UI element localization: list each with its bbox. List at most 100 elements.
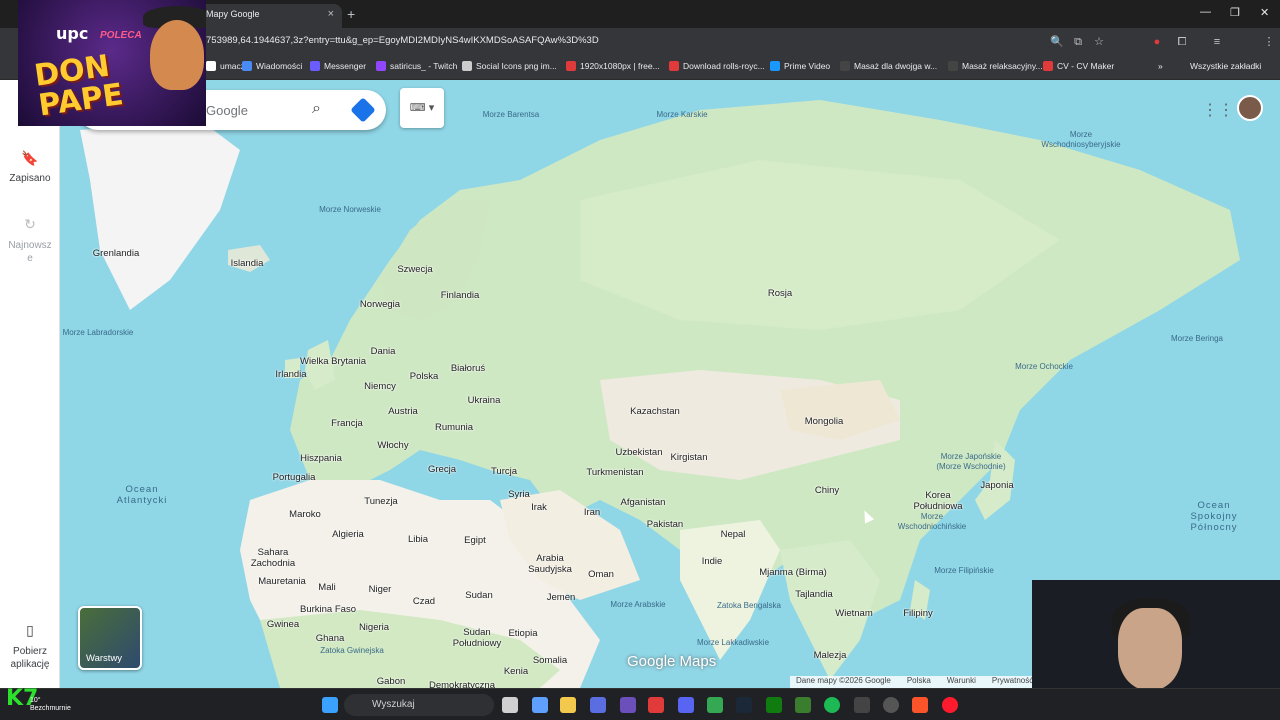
country-label[interactable]: Mongolia — [805, 416, 844, 427]
keyboard-input-button[interactable]: ⌨ ▾ — [400, 88, 444, 128]
bookmark-item[interactable]: Prime Video — [770, 61, 830, 71]
recent-button[interactable]: ↻ Najnowsz e — [0, 216, 60, 265]
country-label[interactable]: Dania — [371, 346, 396, 357]
app-icon-2[interactable] — [854, 697, 870, 713]
url-field[interactable]: 753989,64.1944637,3z?entry=ttu&g_ep=Egoy… — [206, 35, 599, 46]
spotify-icon[interactable] — [824, 697, 840, 713]
country-label[interactable]: Indie — [702, 556, 723, 567]
bookmark-item[interactable]: umacz — [206, 61, 245, 71]
attribution-country[interactable]: Polska — [907, 676, 931, 688]
country-label[interactable]: Białoruś — [451, 363, 485, 374]
install-icon[interactable]: ⧉ — [1071, 35, 1085, 49]
download-app-button[interactable]: ▯ Pobierz aplikację — [0, 622, 60, 671]
maximize-icon[interactable]: ❐ — [1230, 6, 1240, 19]
chrome-icon[interactable] — [707, 697, 723, 713]
bookmark-item[interactable]: Messenger — [310, 61, 366, 71]
country-label[interactable]: Arabia Saudyjska — [515, 553, 585, 575]
weather-widget[interactable]: 10° Bezchmurnie — [30, 697, 71, 713]
country-label[interactable]: Grenlandia — [93, 248, 139, 259]
country-label[interactable]: Ukraina — [468, 395, 501, 406]
country-label[interactable]: Gwinea — [267, 619, 299, 630]
attribution-privacy[interactable]: Prywatność — [992, 676, 1033, 688]
new-tab-button[interactable]: + — [347, 6, 355, 22]
copilot-icon[interactable] — [532, 697, 548, 713]
country-label[interactable]: Kirgistan — [671, 452, 708, 463]
bookmark-item[interactable]: Social Icons png im... — [462, 61, 557, 71]
search-icon[interactable]: ⌕ — [312, 100, 321, 118]
country-label[interactable]: Portugalia — [273, 472, 316, 483]
country-label[interactable]: Malezja — [814, 650, 847, 661]
country-label[interactable]: Turcja — [491, 466, 517, 477]
country-label[interactable]: Norwegia — [360, 299, 400, 310]
country-label[interactable]: Japonia — [980, 480, 1013, 491]
browser-menu-icon[interactable]: ⋮ — [1262, 35, 1276, 49]
country-label[interactable]: Syria — [508, 489, 530, 500]
directions-icon[interactable] — [350, 97, 376, 123]
country-label[interactable]: Wietnam — [835, 608, 872, 619]
country-label[interactable]: Jemen — [547, 592, 576, 603]
country-label[interactable]: Austria — [388, 406, 418, 417]
google-apps-icon[interactable]: ⋮⋮ — [1202, 100, 1234, 120]
country-label[interactable]: Etiopia — [508, 628, 537, 639]
country-label[interactable]: Czad — [413, 596, 435, 607]
tab-google-maps[interactable]: Mapy Google × — [196, 4, 342, 28]
country-label[interactable]: Niemcy — [364, 381, 396, 392]
country-label[interactable]: Libia — [408, 534, 428, 545]
country-label[interactable]: Somalia — [533, 655, 567, 666]
country-label[interactable]: Rumunia — [435, 422, 473, 433]
country-label[interactable]: Grecja — [428, 464, 456, 475]
country-label[interactable]: Mjanma (Birma) — [759, 567, 827, 578]
country-label[interactable]: Demokratyczna Republika Konga — [427, 680, 497, 688]
country-label[interactable]: Iran — [584, 507, 600, 518]
taskbar-search[interactable]: Wyszukaj — [344, 694, 494, 716]
country-label[interactable]: Irak — [531, 502, 547, 513]
country-label[interactable]: Hiszpania — [300, 453, 342, 464]
country-label[interactable]: Filipiny — [903, 608, 933, 619]
close-window-icon[interactable]: ✕ — [1260, 6, 1269, 19]
discord-icon[interactable] — [678, 697, 694, 713]
country-label[interactable]: Niger — [369, 584, 392, 595]
bookmark-item[interactable]: Wiadomości — [242, 61, 302, 71]
country-label[interactable]: Włochy — [377, 440, 408, 451]
attribution-terms[interactable]: Warunki — [947, 676, 976, 688]
country-label[interactable]: Maroko — [289, 509, 321, 520]
country-label[interactable]: Irlandia — [275, 369, 306, 380]
country-label[interactable]: Mauretania — [258, 576, 306, 587]
bookmark-item[interactable]: Download rolls-royc... — [669, 61, 765, 71]
more-bookmarks-icon[interactable]: » — [1158, 61, 1163, 71]
close-tab-icon[interactable]: × — [328, 4, 334, 24]
bookmark-item[interactable]: satiricus_ - Twitch — [376, 61, 457, 71]
brave-icon[interactable] — [912, 697, 928, 713]
country-label[interactable]: Mali — [318, 582, 335, 593]
country-label[interactable]: Sahara Zachodnia — [238, 547, 308, 569]
start-icon[interactable] — [322, 697, 338, 713]
xbox-icon[interactable] — [766, 697, 782, 713]
steam-icon[interactable] — [736, 697, 752, 713]
country-label[interactable]: Algieria — [332, 529, 364, 540]
country-label[interactable]: Tajlandia — [795, 589, 833, 600]
country-label[interactable]: Korea Południowa — [903, 490, 973, 512]
country-label[interactable]: Nigeria — [359, 622, 389, 633]
country-label[interactable]: Polska — [410, 371, 439, 382]
app-icon-3[interactable] — [883, 697, 899, 713]
account-avatar[interactable] — [1237, 95, 1263, 121]
extension-red-icon[interactable]: ● — [1150, 35, 1164, 49]
country-label[interactable]: Islandia — [231, 258, 264, 269]
country-label[interactable]: Turkmenistan — [586, 467, 643, 478]
reading-list-icon[interactable]: ≡ — [1210, 35, 1224, 49]
country-label[interactable]: Burkina Faso — [300, 604, 356, 615]
country-label[interactable]: Rosja — [768, 288, 792, 299]
country-label[interactable]: Kenia — [504, 666, 528, 677]
country-label[interactable]: Nepal — [721, 529, 746, 540]
search-input[interactable]: Google — [206, 103, 248, 118]
taskview-icon[interactable] — [502, 697, 518, 713]
country-label[interactable]: Kazachstan — [630, 406, 680, 417]
country-label[interactable]: Chiny — [815, 485, 839, 496]
country-label[interactable]: Afganistan — [621, 497, 666, 508]
country-label[interactable]: Pakistan — [647, 519, 683, 530]
country-label[interactable]: Oman — [588, 569, 614, 580]
file-explorer-icon[interactable] — [560, 697, 576, 713]
country-label[interactable]: Sudan Południowy — [442, 627, 512, 649]
app-icon-l[interactable] — [648, 697, 664, 713]
country-label[interactable]: Finlandia — [441, 290, 480, 301]
